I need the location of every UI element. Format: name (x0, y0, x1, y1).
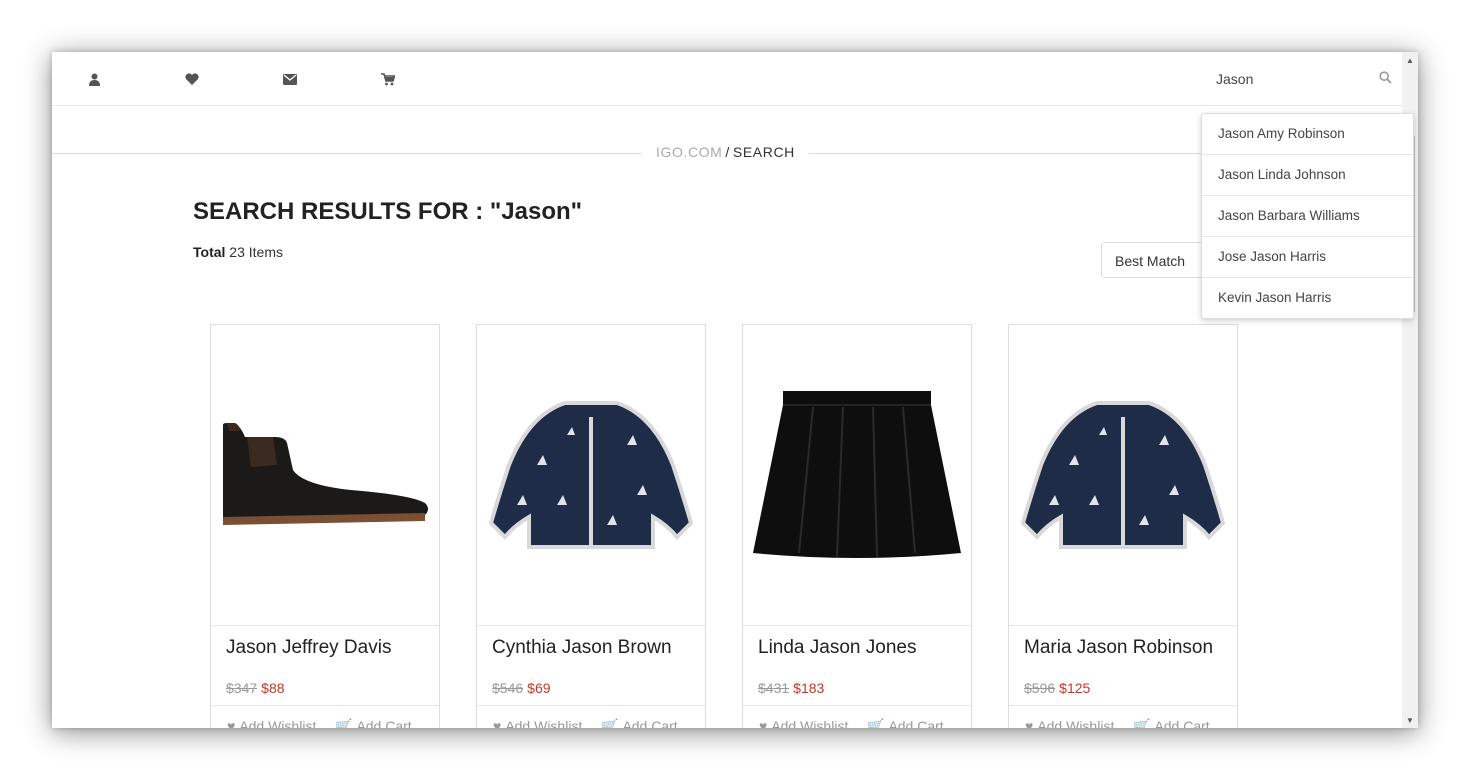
cart-icon[interactable] (380, 71, 396, 87)
product-name[interactable]: Maria Jason Robinson (1024, 637, 1213, 659)
search-icon[interactable] (1379, 71, 1395, 87)
product-card[interactable]: Linda Jason Jones $431 $183 ♥ Add Wishlist… (742, 324, 972, 728)
add-wishlist-button[interactable]: ♥ Add Wishlist (1025, 718, 1114, 728)
product-price: $596 $125 (1024, 680, 1090, 696)
envelope-icon[interactable] (282, 71, 298, 87)
product-name[interactable]: Jason Jeffrey Davis (226, 637, 391, 659)
heart-icon[interactable] (184, 71, 200, 87)
search-suggestions: Jason Amy Robinson Jason Linda Johnson J… (1201, 113, 1414, 319)
heart-icon: ♥ (227, 718, 236, 728)
search-input[interactable] (1210, 68, 1372, 90)
suggestion-item[interactable]: Jason Amy Robinson (1202, 114, 1413, 155)
total-count: 23 Items (229, 244, 283, 260)
product-image-navy-jacket[interactable] (1009, 325, 1237, 626)
top-nav (52, 52, 1402, 106)
heart-icon: ♥ (493, 718, 502, 728)
breadcrumb-current: SEARCH (732, 144, 795, 160)
scroll-down-arrow-icon[interactable]: ▼ (1402, 712, 1418, 728)
results-total: Total 23 Items (193, 244, 283, 260)
suggestion-item[interactable]: Jason Barbara Williams (1202, 196, 1413, 237)
product-image-navy-jacket[interactable] (477, 325, 705, 626)
total-label: Total (193, 244, 226, 260)
original-price: $347 (226, 680, 258, 696)
breadcrumb: IGO.COM / SEARCH (642, 144, 809, 160)
user-icon[interactable] (86, 71, 102, 87)
product-name[interactable]: Cynthia Jason Brown (492, 637, 672, 659)
breadcrumb-home-link[interactable]: IGO.COM (656, 144, 722, 160)
add-wishlist-button[interactable]: ♥ Add Wishlist (227, 718, 316, 728)
original-price: $546 (492, 680, 524, 696)
add-cart-button[interactable]: 🛒 Add Cart (335, 718, 412, 728)
cart-icon: 🛒 (601, 718, 619, 728)
product-card[interactable]: Maria Jason Robinson $596 $125 ♥ Add Wishl… (1008, 324, 1238, 728)
product-card[interactable]: Jason Jeffrey Davis $347 $88 ♥ Add Wishlis… (210, 324, 440, 728)
breadcrumb-separator: / (725, 144, 730, 160)
sale-price: $125 (1059, 680, 1091, 696)
suggestion-item[interactable]: Jose Jason Harris (1202, 237, 1413, 278)
product-card[interactable]: Cynthia Jason Brown $546 $69 ♥ Add Wishlis… (476, 324, 706, 728)
browser-window: Jason Amy Robinson Jason Linda Johnson J… (52, 52, 1418, 728)
product-image-chelsea-boot[interactable] (211, 325, 439, 626)
add-cart-button[interactable]: 🛒 Add Cart (867, 718, 944, 728)
cart-icon: 🛒 (1133, 718, 1151, 728)
suggestion-item[interactable]: Jason Linda Johnson (1202, 155, 1413, 196)
product-price: $431 $183 (758, 680, 824, 696)
product-price: $347 $88 (226, 680, 285, 696)
add-cart-button[interactable]: 🛒 Add Cart (1133, 718, 1210, 728)
cart-icon: 🛒 (867, 718, 885, 728)
suggestion-item[interactable]: Kevin Jason Harris (1202, 278, 1413, 318)
sale-price: $88 (261, 680, 285, 696)
card-actions: ♥ Add Wishlist 🛒 Add Cart (1009, 705, 1237, 728)
add-cart-button[interactable]: 🛒 Add Cart (601, 718, 678, 728)
sale-price: $183 (793, 680, 825, 696)
heart-icon: ♥ (1025, 718, 1034, 728)
add-wishlist-button[interactable]: ♥ Add Wishlist (493, 718, 582, 728)
cart-icon: 🛒 (335, 718, 353, 728)
add-wishlist-button[interactable]: ♥ Add Wishlist (759, 718, 848, 728)
product-name[interactable]: Linda Jason Jones (758, 637, 916, 659)
sale-price: $69 (527, 680, 551, 696)
card-actions: ♥ Add Wishlist 🛒 Add Cart (477, 705, 705, 728)
scroll-up-arrow-icon[interactable]: ▲ (1402, 52, 1418, 68)
heart-icon: ♥ (759, 718, 768, 728)
page-title: SEARCH RESULTS FOR : "Jason" (193, 198, 583, 225)
original-price: $431 (758, 680, 790, 696)
card-actions: ♥ Add Wishlist 🛒 Add Cart (743, 705, 971, 728)
original-price: $596 (1024, 680, 1056, 696)
product-image-black-skirt[interactable] (743, 325, 971, 626)
card-actions: ♥ Add Wishlist 🛒 Add Cart (211, 705, 439, 728)
product-price: $546 $69 (492, 680, 551, 696)
